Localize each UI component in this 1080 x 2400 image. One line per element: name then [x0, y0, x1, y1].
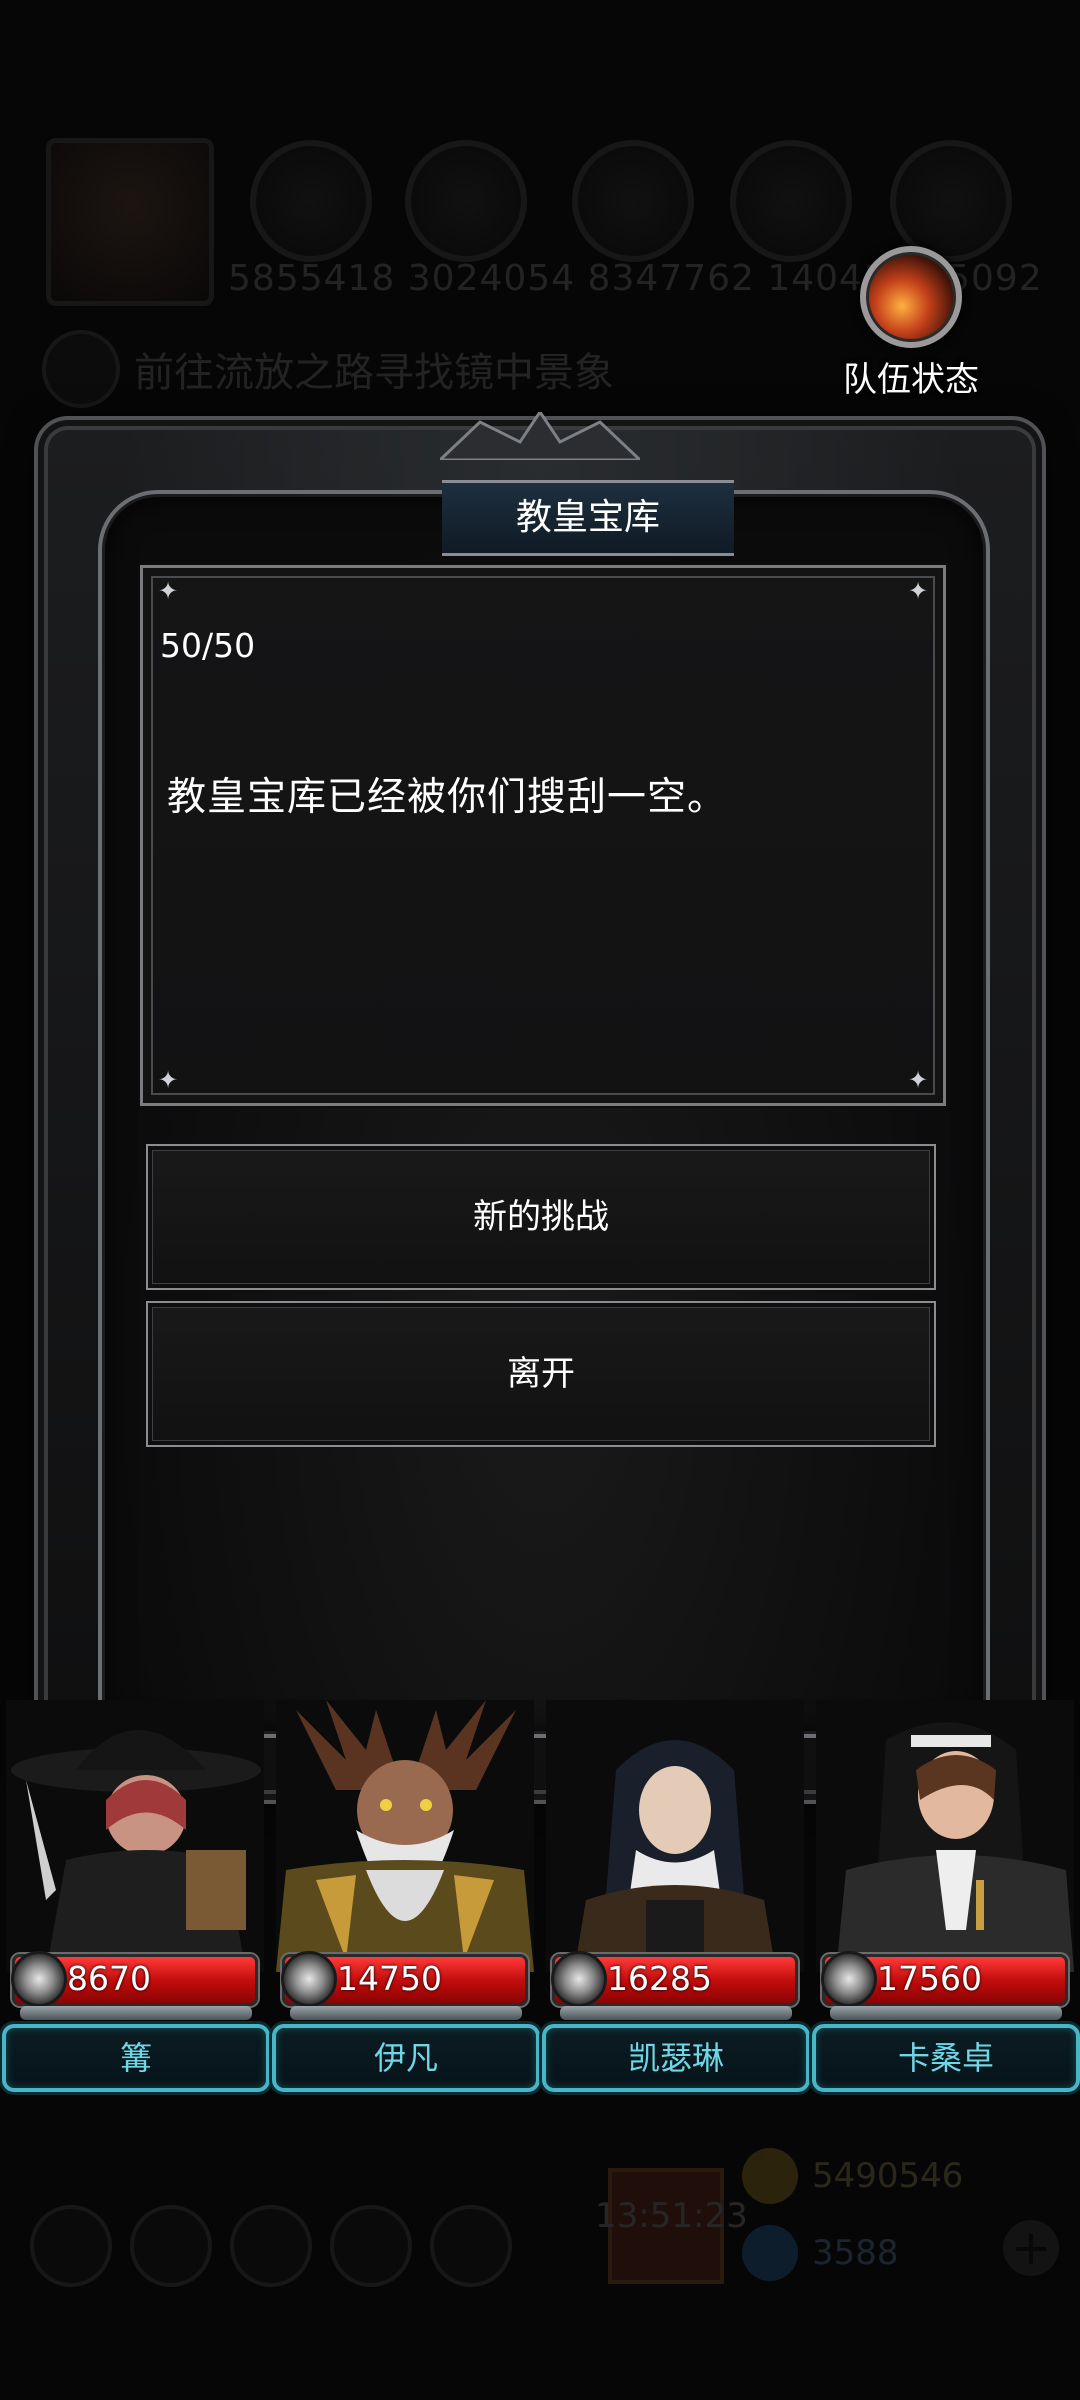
hp-bar: 8670: [11, 1951, 258, 2007]
gem-icon: [742, 2225, 798, 2281]
hp-bar: 16285: [551, 1951, 798, 2007]
corner-star-icon: ✦: [907, 577, 929, 605]
party-member[interactable]: 14750 伊凡: [270, 1700, 540, 2092]
dialog-message: 教皇宝库已经被你们搜刮一空。: [167, 775, 728, 820]
party-member[interactable]: 16285 凯瑟琳: [540, 1700, 810, 2092]
gem-value: 3588: [812, 2233, 899, 2273]
party-member[interactable]: 8670 篝: [0, 1700, 270, 2092]
game-screen: 5855418 3024054 8347762 1404145 5092 前往流…: [0, 0, 1080, 2400]
plus-icon: +: [1003, 2220, 1059, 2276]
hp-value: 17560: [877, 1959, 982, 1998]
resource-slot-icon: [730, 140, 852, 262]
hp-value: 16285: [607, 1959, 712, 1998]
menu-icon: [330, 2205, 412, 2287]
hp-value: 8670: [67, 1959, 151, 1998]
fire-emblem-icon: [860, 246, 962, 348]
hp-bar: 17560: [821, 1951, 1068, 2007]
resource-slot-icon: [890, 140, 1012, 262]
dialog-title: 教皇宝库: [442, 480, 734, 556]
energy-bar: [290, 2006, 522, 2020]
hp-icon: [551, 1951, 607, 2007]
progress-counter: 50/50: [160, 626, 256, 665]
quest-icon: [42, 330, 120, 408]
quest-text: 前往流放之路寻找镜中景象: [134, 350, 614, 396]
team-status-label: 队伍状态: [843, 360, 979, 400]
menu-icon: [30, 2205, 112, 2287]
hp-icon: [281, 1951, 337, 2007]
resource-slot-icon: [405, 140, 527, 262]
menu-icon: [230, 2205, 312, 2287]
new-challenge-button[interactable]: 新的挑战: [146, 1144, 936, 1290]
menu-icon: [430, 2205, 512, 2287]
energy-bar: [560, 2006, 792, 2020]
corner-star-icon: ✦: [157, 1066, 179, 1094]
hp-icon: [821, 1951, 877, 2007]
battle-nun-portrait-icon: [816, 1700, 1074, 1972]
menu-icon: [130, 2205, 212, 2287]
resource-slot-icon: [250, 140, 372, 262]
gold-coin-icon: [742, 2148, 798, 2204]
leave-button[interactable]: 离开: [146, 1301, 936, 1447]
witch-portrait-icon: [6, 1700, 264, 1972]
hp-icon: [11, 1951, 67, 2007]
party-member[interactable]: 17560 卡桑卓: [810, 1700, 1080, 2092]
member-name[interactable]: 伊凡: [272, 2024, 540, 2092]
hero-portrait-icon: [46, 138, 214, 306]
message-panel: ✦ ✦ ✦ ✦ 50/50 教皇宝库已经被你们搜刮一空。: [140, 565, 946, 1106]
nun-portrait-icon: [546, 1700, 804, 1972]
corner-star-icon: ✦: [907, 1066, 929, 1094]
member-name[interactable]: 凯瑟琳: [542, 2024, 810, 2092]
corner-star-icon: ✦: [157, 577, 179, 605]
member-name[interactable]: 篝: [2, 2024, 270, 2092]
timer: 13:51:23: [595, 2196, 748, 2236]
druid-portrait-icon: [276, 1700, 534, 1972]
team-status-button[interactable]: 队伍状态: [836, 246, 986, 400]
resource-slot-icon: [572, 140, 694, 262]
frame-crest-icon: [440, 412, 640, 460]
gold-value: 5490546: [812, 2156, 964, 2196]
energy-bar: [830, 2006, 1062, 2020]
energy-bar: [20, 2006, 252, 2020]
member-name[interactable]: 卡桑卓: [812, 2024, 1080, 2092]
party-bar: 8670 篝 14750 伊凡 16285 凯瑟琳 17560 卡桑卓: [0, 1700, 1080, 2092]
hp-value: 14750: [337, 1959, 442, 1998]
hp-bar: 14750: [281, 1951, 528, 2007]
